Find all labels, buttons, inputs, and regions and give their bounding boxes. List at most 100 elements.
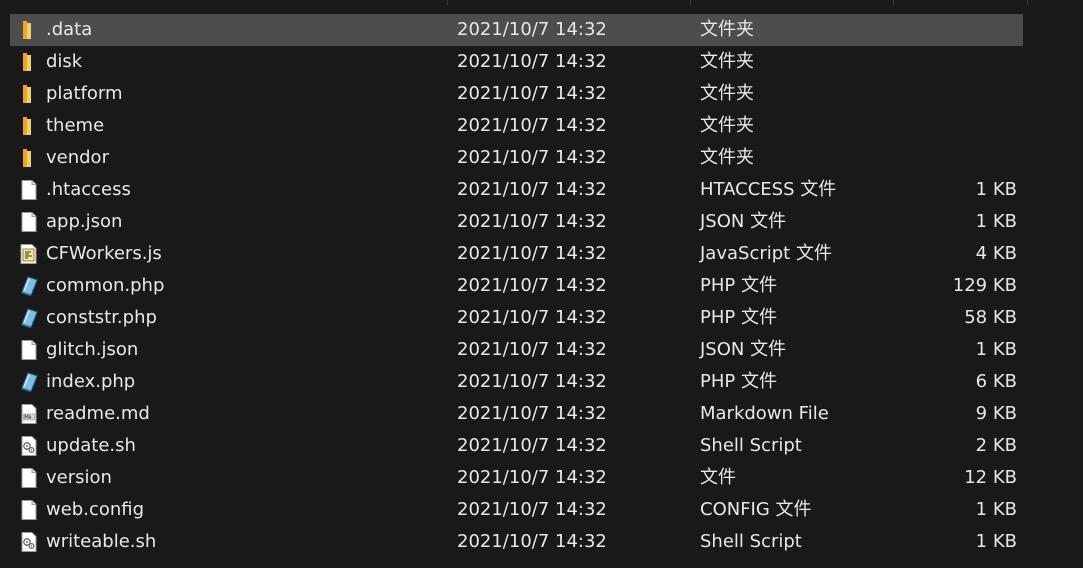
file-name: vendor [46,147,109,168]
file-type: 文件夹 [700,147,754,168]
file-type: Markdown File [700,403,829,424]
column-divider[interactable] [447,0,448,5]
php-file-icon [18,371,40,393]
file-row[interactable]: conststr.php 2021/10/7 14:32 PHP 文件 58 KB [10,302,1023,334]
file-name: common.php [46,275,165,296]
markdown-file-icon [18,403,40,425]
file-icon [18,179,40,201]
js-file-icon [18,243,40,265]
folder-row[interactable]: theme 2021/10/7 14:32 文件夹 [10,110,1023,142]
folder-icon [18,115,40,137]
file-icon [18,211,40,233]
file-name: glitch.json [46,339,139,360]
column-divider[interactable] [1027,0,1028,5]
file-row[interactable]: common.php 2021/10/7 14:32 PHP 文件 129 KB [10,270,1023,302]
file-row[interactable]: glitch.json 2021/10/7 14:32 JSON 文件 1 KB [10,334,1023,366]
file-type: 文件夹 [700,115,754,136]
file-name: theme [46,115,105,136]
file-name: conststr.php [46,307,157,328]
file-name: readme.md [46,403,150,424]
file-name: update.sh [46,435,136,456]
file-row[interactable]: readme.md 2021/10/7 14:32 Markdown File 9 K… [10,398,1023,430]
file-date-modified: 2021/10/7 14:32 [457,499,607,520]
file-date-modified: 2021/10/7 14:32 [457,115,607,136]
file-row[interactable]: version 2021/10/7 14:32 文件 12 KB [10,462,1023,494]
file-size: 1 KB [975,211,1017,232]
file-icon [18,499,40,521]
file-list: .data 2021/10/7 14:32 文件夹 disk 2021/10/7 14:… [10,14,1023,558]
file-size: 4 KB [975,243,1017,264]
file-size: 6 KB [975,371,1017,392]
file-size: 1 KB [975,499,1017,520]
shell-script-icon [18,435,40,457]
file-name: app.json [46,211,123,232]
file-name: writeable.sh [46,531,157,552]
file-date-modified: 2021/10/7 14:32 [457,275,607,296]
folder-icon [18,147,40,169]
file-type: 文件夹 [700,19,754,40]
file-type: Shell Script [700,435,802,456]
file-name: index.php [46,371,136,392]
file-date-modified: 2021/10/7 14:32 [457,179,607,200]
file-name: web.config [46,499,145,520]
file-date-modified: 2021/10/7 14:32 [457,51,607,72]
folder-row[interactable]: .data 2021/10/7 14:32 文件夹 [10,14,1023,46]
file-date-modified: 2021/10/7 14:32 [457,339,607,360]
file-date-modified: 2021/10/7 14:32 [457,403,607,424]
file-row[interactable]: web.config 2021/10/7 14:32 CONFIG 文件 1 KB [10,494,1023,526]
file-type: PHP 文件 [700,275,777,296]
column-divider[interactable] [690,0,691,5]
file-type: CONFIG 文件 [700,499,812,520]
file-date-modified: 2021/10/7 14:32 [457,435,607,456]
file-date-modified: 2021/10/7 14:32 [457,531,607,552]
file-date-modified: 2021/10/7 14:32 [457,83,607,104]
file-type: Shell Script [700,531,802,552]
folder-icon [18,83,40,105]
file-name: .data [46,19,93,40]
file-date-modified: 2021/10/7 14:32 [457,147,607,168]
file-row[interactable]: CFWorkers.js 2021/10/7 14:32 JavaScript 文件… [10,238,1023,270]
file-date-modified: 2021/10/7 14:32 [457,243,607,264]
file-size: 129 KB [952,275,1017,296]
file-name: CFWorkers.js [46,243,162,264]
folder-row[interactable]: disk 2021/10/7 14:32 文件夹 [10,46,1023,78]
file-row[interactable]: app.json 2021/10/7 14:32 JSON 文件 1 KB [10,206,1023,238]
file-row[interactable]: update.sh 2021/10/7 14:32 Shell Script 2 KB [10,430,1023,462]
file-size: 9 KB [975,403,1017,424]
column-divider[interactable] [893,0,894,5]
file-size: 2 KB [975,435,1017,456]
file-date-modified: 2021/10/7 14:32 [457,467,607,488]
file-icon [18,467,40,489]
file-type: 文件夹 [700,83,754,104]
folder-icon [18,51,40,73]
file-name: platform [46,83,123,104]
file-icon [18,339,40,361]
file-date-modified: 2021/10/7 14:32 [457,19,607,40]
file-type: PHP 文件 [700,307,777,328]
file-type: JSON 文件 [700,211,787,232]
file-explorer: .data 2021/10/7 14:32 文件夹 disk 2021/10/7 14:… [0,0,1083,568]
file-type: 文件夹 [700,51,754,72]
folder-row[interactable]: platform 2021/10/7 14:32 文件夹 [10,78,1023,110]
file-size: 1 KB [975,339,1017,360]
file-name: disk [46,51,83,72]
file-size: 58 KB [964,307,1017,328]
file-date-modified: 2021/10/7 14:32 [457,371,607,392]
php-file-icon [18,307,40,329]
file-type: HTACCESS 文件 [700,179,837,200]
file-date-modified: 2021/10/7 14:32 [457,211,607,232]
file-row[interactable]: writeable.sh 2021/10/7 14:32 Shell Script 1… [10,526,1023,558]
file-type: JSON 文件 [700,339,787,360]
file-type: 文件 [700,467,736,488]
file-type: JavaScript 文件 [700,243,832,264]
file-size: 12 KB [964,467,1017,488]
file-size: 1 KB [975,179,1017,200]
folder-icon [18,19,40,41]
php-file-icon [18,275,40,297]
file-name: .htaccess [46,179,131,200]
folder-row[interactable]: vendor 2021/10/7 14:32 文件夹 [10,142,1023,174]
file-name: version [46,467,112,488]
file-row[interactable]: .htaccess 2021/10/7 14:32 HTACCESS 文件 1 KB [10,174,1023,206]
file-type: PHP 文件 [700,371,777,392]
file-row[interactable]: index.php 2021/10/7 14:32 PHP 文件 6 KB [10,366,1023,398]
